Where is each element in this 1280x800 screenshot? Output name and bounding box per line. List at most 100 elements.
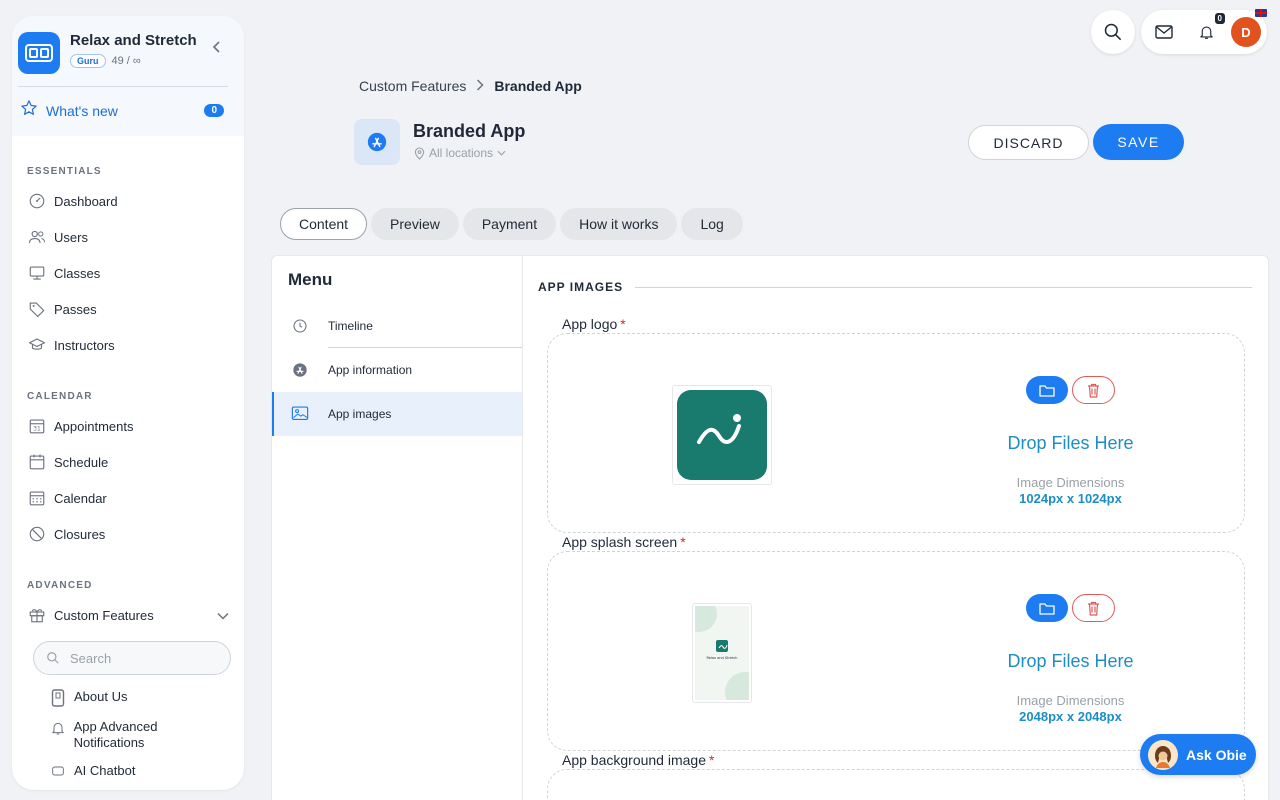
users-icon	[27, 227, 47, 247]
menu-item-timeline[interactable]: Timeline	[272, 304, 522, 348]
uk-flag-icon[interactable]	[1255, 9, 1267, 17]
sidebar-search-input[interactable]: Search	[33, 641, 231, 675]
whats-new-count: 0	[204, 104, 224, 117]
nav-users[interactable]: Users	[12, 219, 244, 255]
tab-log[interactable]: Log	[681, 208, 743, 240]
ask-obie-button[interactable]: Ask Obie	[1140, 734, 1256, 775]
drop-files-text: Drop Files Here	[1007, 433, 1134, 453]
whats-new-label: What's new	[46, 102, 118, 119]
nav-dashboard[interactable]: Dashboard	[12, 183, 244, 219]
chevron-down-icon	[217, 608, 229, 623]
search-icon	[1104, 23, 1122, 41]
images-icon	[290, 406, 310, 422]
drop-files-text: Drop Files Here	[1007, 651, 1134, 671]
app-store-icon	[354, 119, 400, 165]
user-avatar[interactable]: D	[1231, 9, 1267, 47]
graduation-cap-icon	[27, 335, 47, 355]
save-button[interactable]: SAVE	[1093, 124, 1184, 160]
svg-text:31: 31	[33, 426, 41, 433]
tab-bar: Content Preview Payment How it works Log	[280, 208, 747, 240]
delete-image-button[interactable]	[1072, 376, 1115, 404]
sub-app-advanced-notifications[interactable]: App Advanced Notifications	[12, 713, 244, 757]
sidebar-header: Relax and Stretch Guru 49 / ∞ What's new…	[12, 16, 244, 136]
menu-title: Menu	[288, 270, 333, 289]
nav-schedule[interactable]: Schedule	[12, 444, 244, 480]
content-menu: Menu Timeline App information App images	[272, 256, 523, 800]
page-title: Branded App	[413, 121, 526, 141]
assistant-avatar-icon	[1148, 739, 1178, 770]
tab-content[interactable]: Content	[280, 208, 368, 240]
gauge-icon	[27, 191, 47, 211]
app-logo-dropzone[interactable]: Drop Files Here Image Dimensions 1024px …	[547, 333, 1245, 533]
nav-closures[interactable]: Closures	[12, 516, 244, 552]
location-pin-icon	[414, 146, 425, 160]
browse-folder-button[interactable]	[1026, 594, 1068, 622]
menu-item-app-information[interactable]: App information	[272, 348, 522, 392]
section-advanced: ADVANCED	[27, 580, 93, 591]
whats-new-link[interactable]: What's new 0	[12, 87, 244, 136]
nav-instructors[interactable]: Instructors	[12, 327, 244, 363]
app-splash-label: App splash screen *	[562, 534, 686, 550]
location-selector[interactable]: All locations	[414, 146, 506, 160]
tag-icon	[27, 299, 47, 319]
global-search-button[interactable]	[1091, 10, 1135, 54]
top-actions: 0 D	[1141, 9, 1267, 54]
brand: Relax and Stretch Guru 49 / ∞	[12, 32, 244, 74]
app-background-label: App background image *	[562, 752, 715, 768]
image-dimensions-value: 2048px x 2048px	[1019, 709, 1122, 724]
mail-icon[interactable]	[1153, 21, 1175, 43]
phone-icon	[48, 689, 68, 707]
nav-appointments[interactable]: 31 Appointments	[12, 408, 244, 444]
section-calendar: CALENDAR	[27, 391, 93, 402]
image-dimensions-label: Image Dimensions	[1016, 693, 1125, 708]
calendar-icon	[27, 452, 47, 472]
app-splash-thumbnail: Relax and Stretch	[692, 603, 752, 703]
bell-icon	[48, 719, 68, 737]
splash-screen-image: Relax and Stretch	[695, 606, 749, 700]
sidebar: Relax and Stretch Guru 49 / ∞ What's new…	[12, 16, 244, 790]
gift-icon	[27, 605, 47, 625]
trash-icon	[1088, 601, 1099, 616]
chatbot-icon	[48, 763, 68, 779]
menu-item-app-images[interactable]: App images	[272, 392, 522, 436]
nav-custom-features[interactable]: Custom Features	[12, 597, 244, 633]
discard-button[interactable]: DISCARD	[968, 125, 1089, 160]
notifications-bell-icon[interactable]: 0	[1195, 13, 1225, 43]
plan-badge: Guru	[70, 54, 106, 68]
breadcrumb-parent[interactable]: Custom Features	[359, 78, 466, 94]
brand-name: Relax and Stretch	[70, 32, 197, 49]
nav-passes[interactable]: Passes	[12, 291, 244, 327]
browse-folder-button[interactable]	[1026, 376, 1068, 404]
search-icon	[47, 652, 59, 664]
app-background-dropzone[interactable]	[547, 769, 1245, 800]
star-icon	[20, 99, 38, 122]
chevron-down-icon	[497, 150, 506, 156]
nav-classes[interactable]: Classes	[12, 255, 244, 291]
calendar-31-icon: 31	[27, 416, 47, 436]
folder-icon	[1039, 602, 1055, 615]
delete-image-button[interactable]	[1072, 594, 1115, 622]
clock-icon	[290, 318, 310, 334]
app-splash-dropzone[interactable]: Relax and Stretch Drop Files Here Image …	[547, 551, 1245, 751]
sub-ai-chatbot[interactable]: AI Chatbot	[12, 757, 244, 785]
tab-payment[interactable]: Payment	[462, 208, 557, 240]
tab-preview[interactable]: Preview	[371, 208, 459, 240]
sub-about-us[interactable]: About Us	[12, 683, 244, 713]
chevron-right-icon	[476, 78, 484, 94]
nav-calendar[interactable]: Calendar	[12, 480, 244, 516]
notification-count: 0	[1214, 13, 1225, 24]
tab-how-it-works[interactable]: How it works	[560, 208, 678, 240]
folder-icon	[1039, 384, 1055, 397]
breadcrumb-current: Branded App	[494, 78, 582, 94]
section-essentials: ESSENTIALS	[27, 166, 102, 177]
svg-text:Relax and Stretch: Relax and Stretch	[706, 656, 737, 660]
collapse-sidebar-icon[interactable]	[212, 40, 222, 58]
breadcrumb: Custom Features Branded App	[359, 78, 582, 94]
content-panel: Menu Timeline App information App images…	[271, 255, 1269, 800]
app-logo-image	[677, 390, 767, 480]
section-title: APP IMAGES	[538, 280, 624, 294]
image-dimensions-value: 1024px x 1024px	[1019, 491, 1122, 506]
prohibited-icon	[27, 524, 47, 544]
app-logo-label: App logo *	[562, 316, 626, 332]
app-logo-thumbnail	[672, 385, 772, 485]
